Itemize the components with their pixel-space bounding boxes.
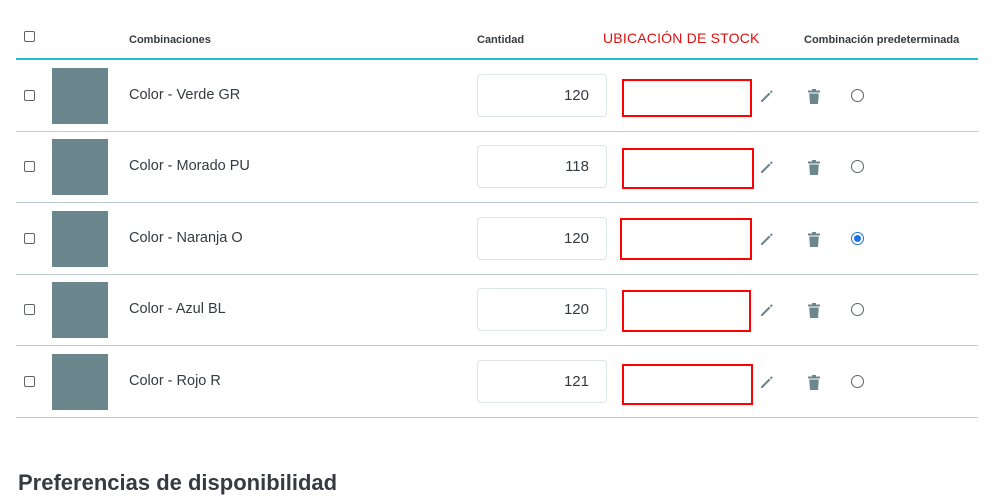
combination-thumbnail [52,139,108,195]
pencil-icon[interactable] [758,301,776,319]
pencil-icon[interactable] [758,158,776,176]
default-combination-radio[interactable] [851,375,864,388]
combination-thumbnail [52,282,108,338]
stock-location-highlight [622,148,754,189]
column-header-combinations: Combinaciones [129,34,211,46]
combination-name: Color - Verde GR [129,87,241,103]
default-combination-radio[interactable] [851,232,864,245]
quantity-input[interactable]: 120 [477,74,607,117]
trash-icon[interactable] [806,87,822,105]
row-checkbox[interactable] [24,90,35,101]
stock-location-annotation: UBICACIÓN DE STOCK [603,30,760,46]
stock-location-highlight [620,218,752,260]
combination-name: Color - Rojo R [129,373,221,389]
combination-name: Color - Naranja O [129,230,243,246]
quantity-input[interactable]: 120 [477,288,607,331]
default-combination-radio[interactable] [851,160,864,173]
row-separator [16,345,978,346]
column-header-quantity: Cantidad [477,34,525,46]
row-separator [16,274,978,275]
quantity-input[interactable]: 118 [477,145,607,188]
row-separator [16,202,978,203]
stock-location-highlight [622,79,752,117]
stock-location-highlight [622,364,753,405]
row-checkbox[interactable] [24,376,35,387]
combination-name: Color - Azul BL [129,301,226,317]
trash-icon[interactable] [806,301,822,319]
combination-name: Color - Morado PU [129,158,250,174]
pencil-icon[interactable] [758,87,776,105]
row-checkbox[interactable] [24,233,35,244]
availability-preferences-title: Preferencias de disponibilidad [18,470,338,495]
pencil-icon[interactable] [758,230,776,248]
row-checkbox[interactable] [24,161,35,172]
trash-icon[interactable] [806,158,822,176]
row-separator [16,417,978,418]
pencil-icon[interactable] [758,373,776,391]
combination-thumbnail [52,354,108,410]
default-combination-radio[interactable] [851,89,864,102]
quantity-input[interactable]: 120 [477,217,607,260]
trash-icon[interactable] [806,230,822,248]
quantity-input[interactable]: 121 [477,360,607,403]
column-header-default-combination: Combinación predeterminada [804,34,960,46]
combination-thumbnail [52,68,108,124]
select-all-checkbox[interactable] [24,31,35,42]
trash-icon[interactable] [806,373,822,391]
default-combination-radio[interactable] [851,303,864,316]
stock-location-highlight [622,290,751,332]
row-checkbox[interactable] [24,304,35,315]
combination-thumbnail [52,211,108,267]
row-separator [16,131,978,132]
header-underline [16,58,978,60]
